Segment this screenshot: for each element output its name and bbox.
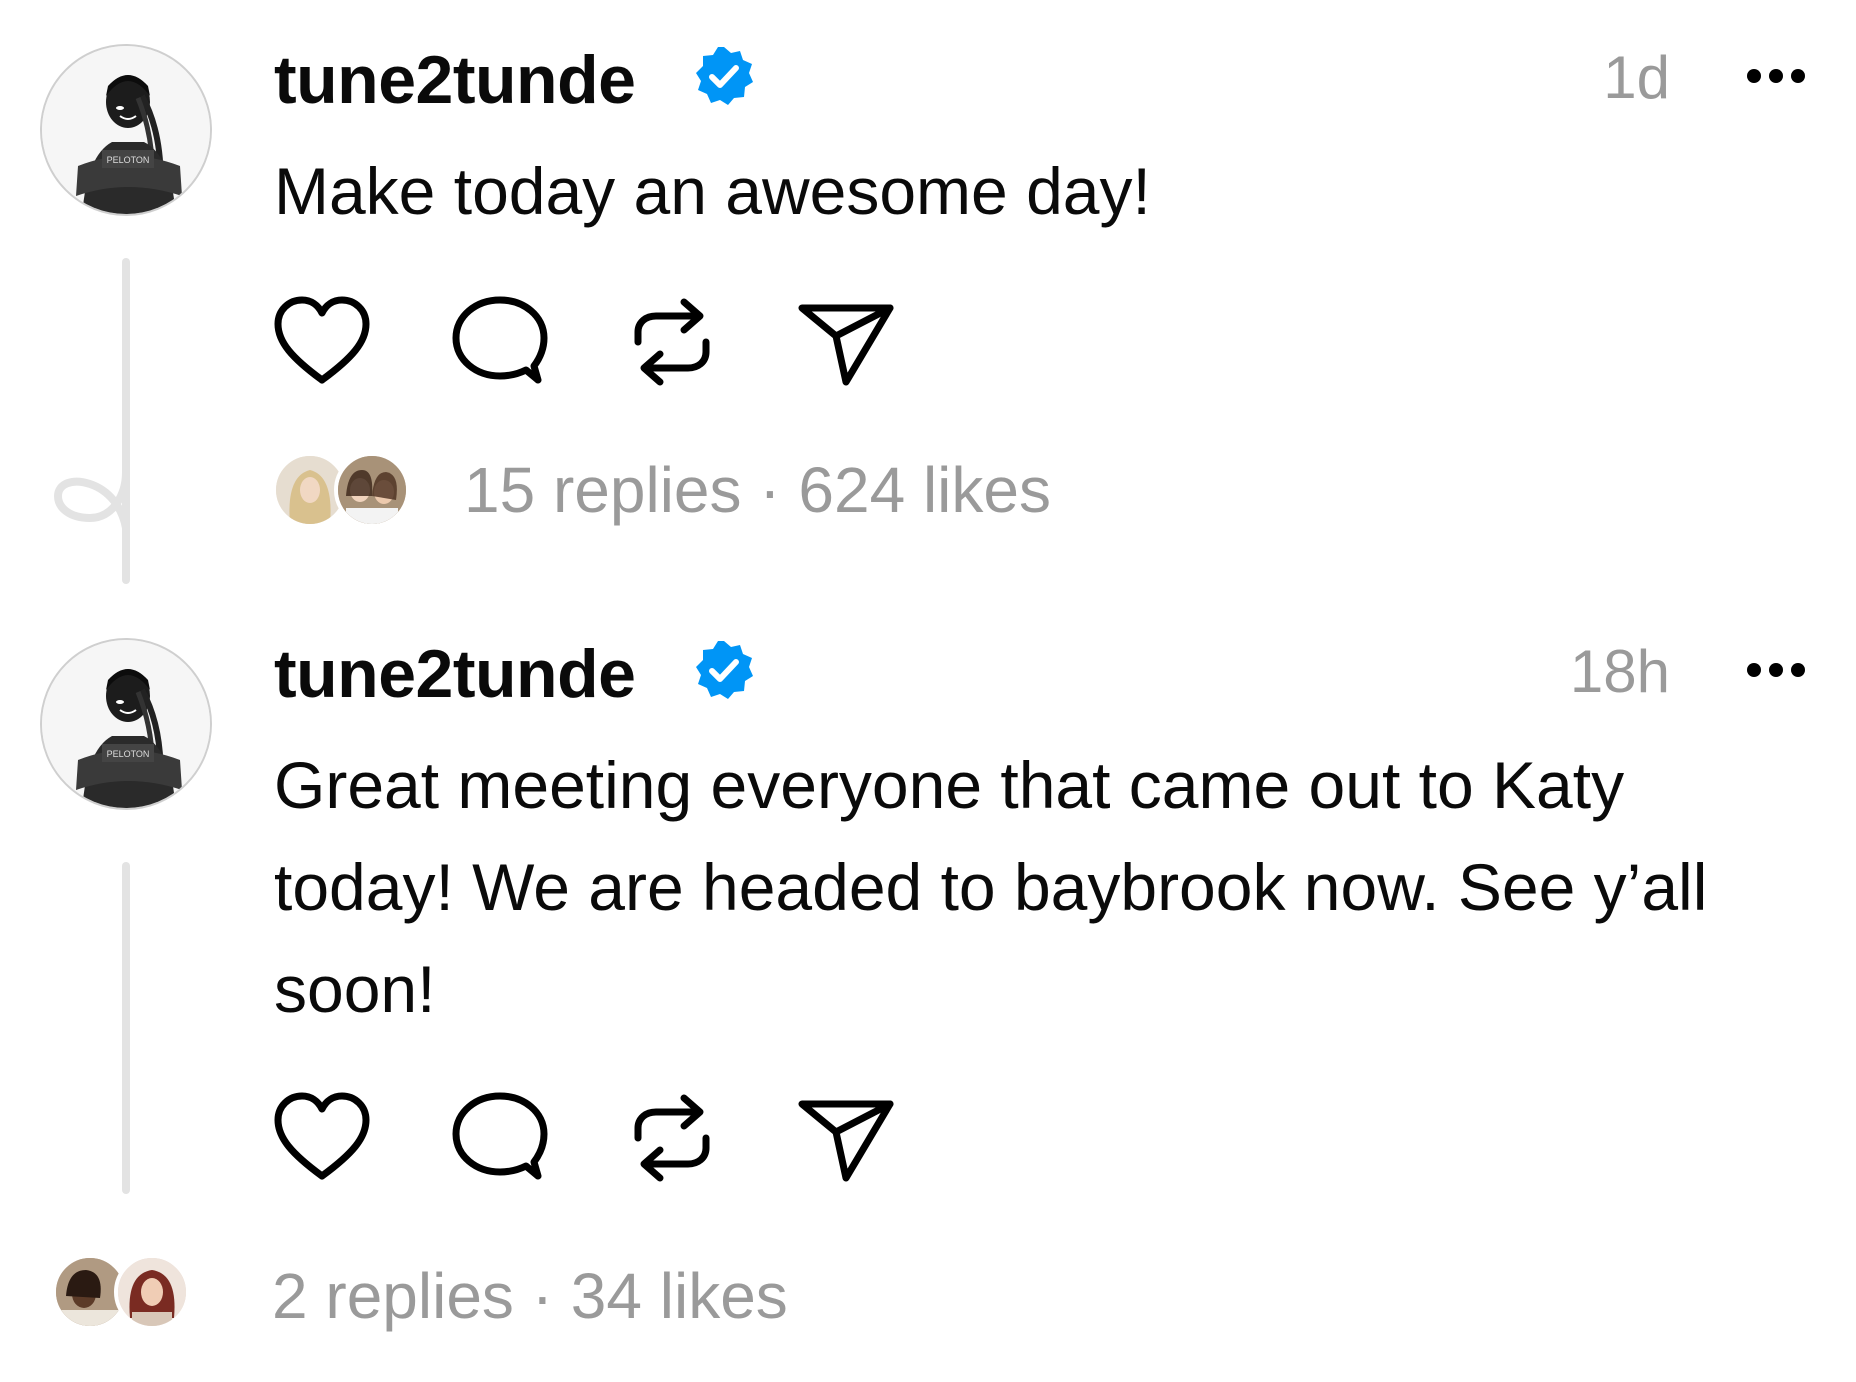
- thread-loop-icon: [53, 468, 130, 530]
- post-stats: 15 replies · 624 likes: [464, 458, 1051, 522]
- verified-badge-icon: [696, 47, 753, 105]
- thread-line: [122, 258, 130, 584]
- replies-count[interactable]: 15 replies: [464, 454, 742, 526]
- replier-avatar[interactable]: [334, 452, 410, 528]
- comment-icon: [452, 296, 548, 384]
- replies-count[interactable]: 2 replies: [272, 1260, 514, 1332]
- share-icon: [798, 304, 894, 386]
- share-button[interactable]: [796, 1090, 896, 1186]
- user-avatar[interactable]: PELOTON: [40, 44, 212, 216]
- heart-icon: [274, 296, 370, 384]
- post-actions: [272, 1090, 912, 1186]
- post-stats: 2 replies · 34 likes: [272, 1264, 788, 1328]
- verified-badge-icon: [696, 641, 753, 699]
- post-text: Great meeting everyone that came out to …: [274, 748, 1708, 1026]
- post-timestamp: 1d: [1603, 44, 1670, 111]
- avatar-brand-text: PELOTON: [107, 155, 150, 165]
- thread-line: [122, 862, 130, 1194]
- replier-avatar[interactable]: [114, 1254, 190, 1330]
- heart-icon: [274, 1092, 370, 1180]
- more-horizontal-icon[interactable]: [1740, 650, 1812, 690]
- repost-button[interactable]: [622, 1090, 722, 1186]
- post-username[interactable]: tune2tunde: [274, 46, 636, 114]
- comment-button[interactable]: [450, 294, 550, 390]
- avatar-brand-text: PELOTON: [107, 749, 150, 759]
- more-horizontal-icon[interactable]: [1740, 56, 1812, 96]
- repost-button[interactable]: [622, 294, 722, 390]
- post-timestamp: 18h: [1569, 638, 1670, 705]
- share-button[interactable]: [796, 294, 896, 390]
- like-button[interactable]: [272, 294, 372, 390]
- comment-button[interactable]: [450, 1090, 550, 1186]
- repost-icon: [634, 1094, 710, 1182]
- share-icon: [798, 1100, 894, 1182]
- post-actions: [272, 294, 912, 390]
- post-username[interactable]: tune2tunde: [274, 640, 636, 708]
- likes-count[interactable]: 624 likes: [798, 454, 1051, 526]
- comment-icon: [452, 1092, 548, 1180]
- user-avatar[interactable]: PELOTON: [40, 638, 212, 810]
- thread-post: PELOTON tune2tunde 18h Great meeting eve…: [0, 590, 1856, 1382]
- stats-separator: ·: [531, 1260, 553, 1332]
- like-button[interactable]: [272, 1090, 372, 1186]
- post-text: Make today an awesome day!: [274, 154, 1151, 228]
- likes-count[interactable]: 34 likes: [571, 1260, 788, 1332]
- repost-icon: [634, 298, 710, 386]
- stats-separator: ·: [759, 454, 781, 526]
- thread-post: PELOTON tune2tunde 1d Make today an awes…: [0, 0, 1856, 600]
